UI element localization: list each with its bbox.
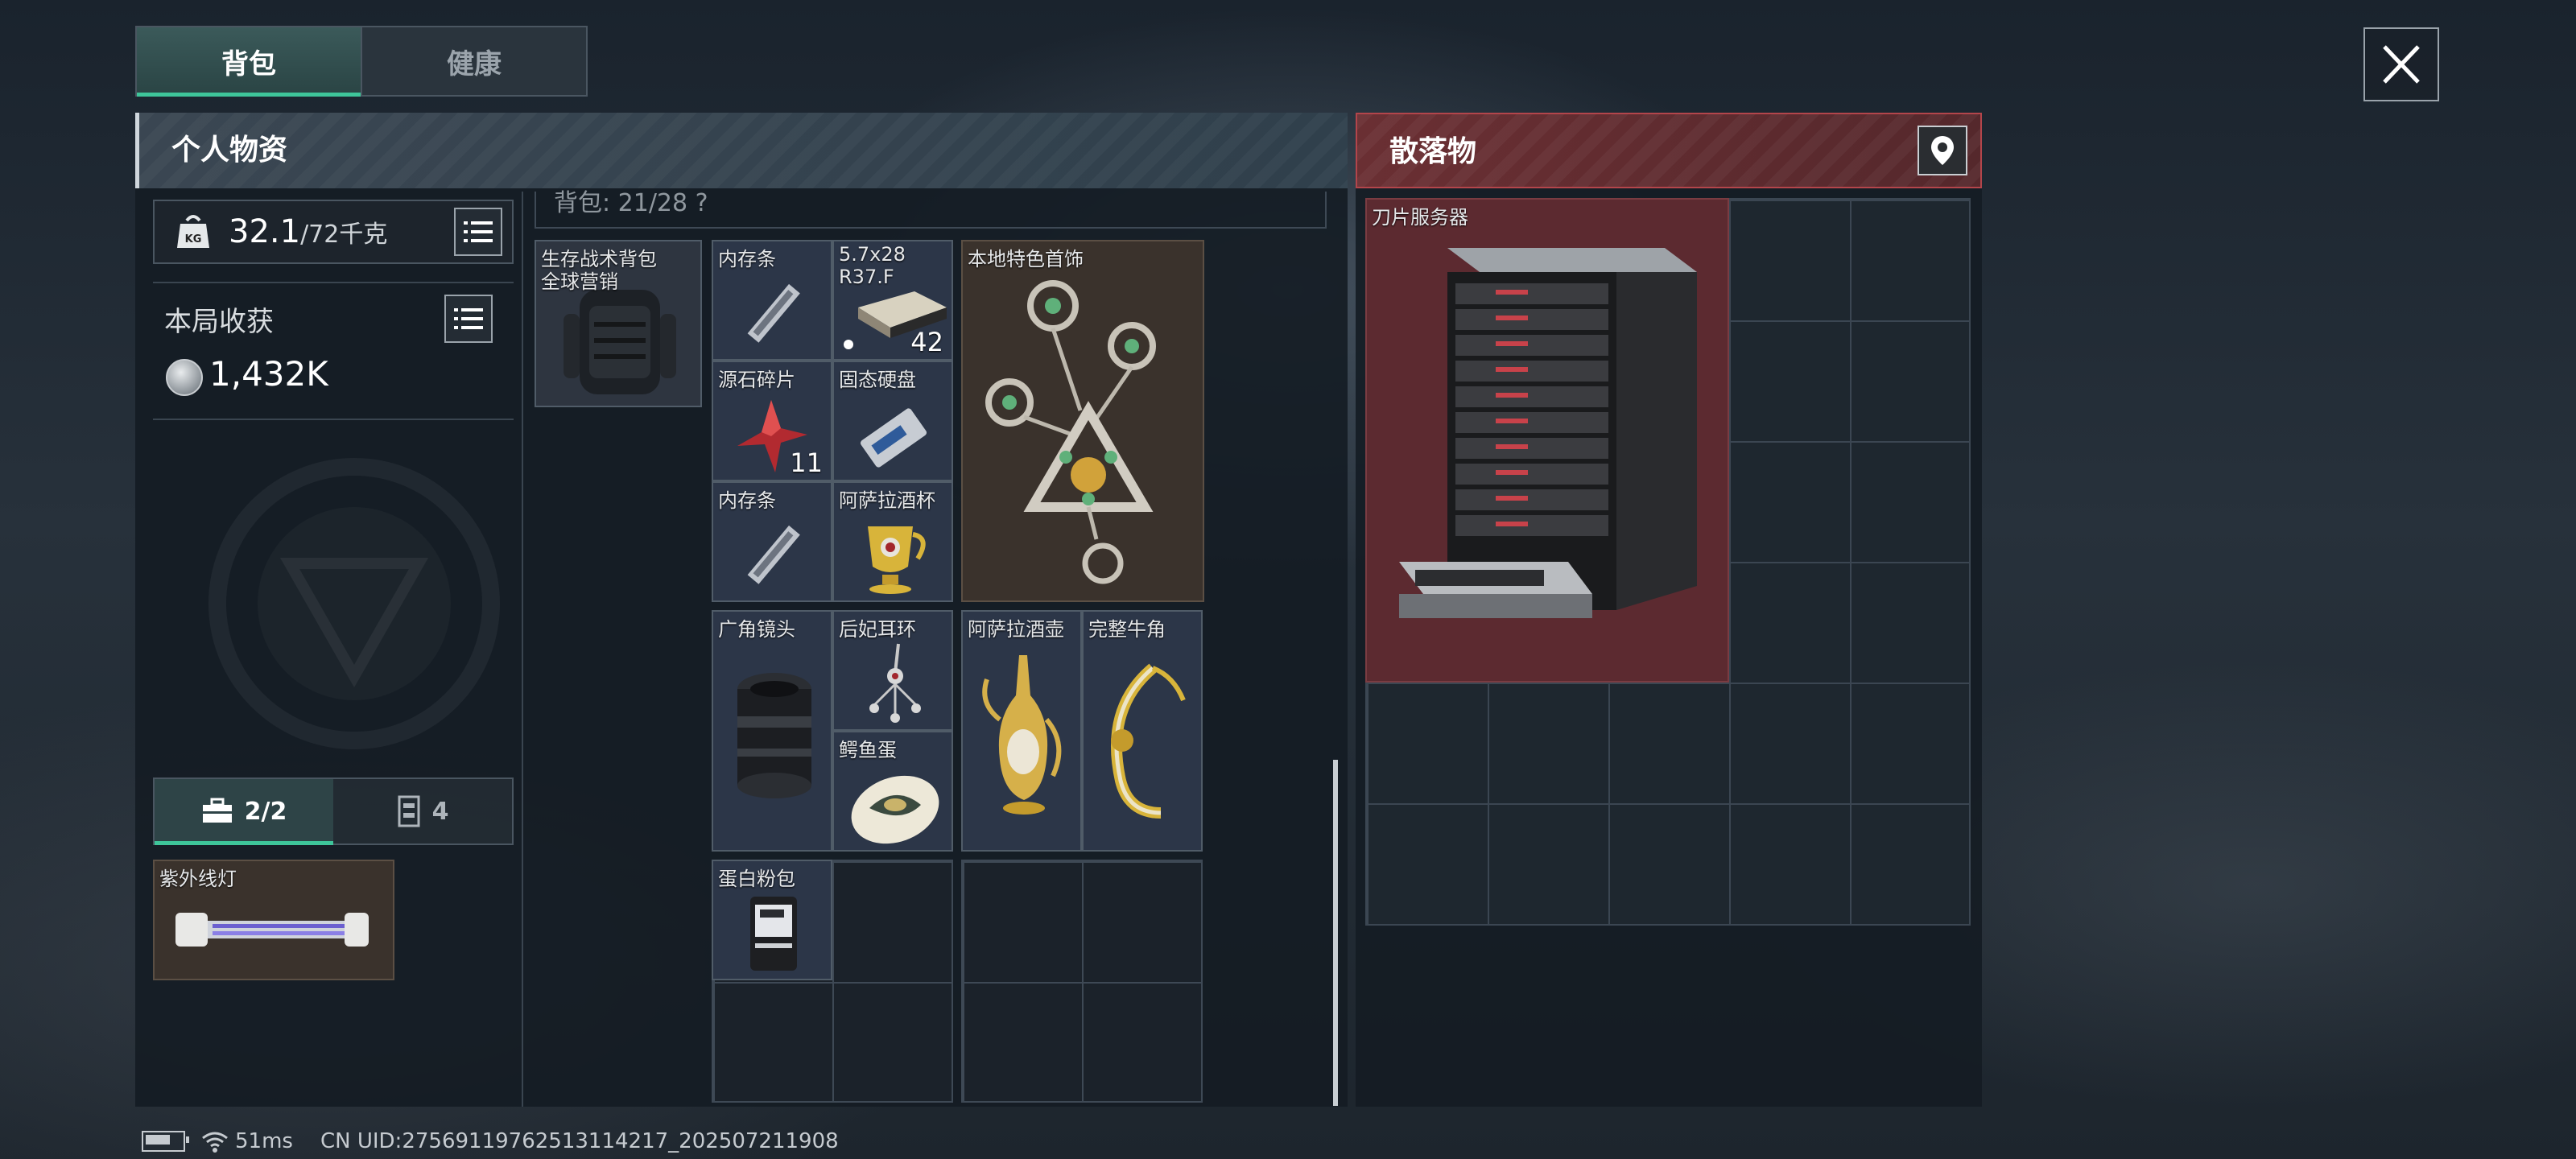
item-name: 固态硬盘 (839, 369, 916, 391)
loot-title: 散落物 (1389, 135, 1477, 168)
item-name: 刀片服务器 (1372, 206, 1468, 229)
item-local-jewelry[interactable]: 本地特色首饰 (961, 240, 1204, 602)
lens-image (737, 673, 811, 798)
item-count: 11 (790, 448, 823, 478)
earring-image (869, 643, 921, 723)
personal-header: 个人物资 (135, 113, 1348, 188)
item-name: 紫外线灯 (159, 868, 237, 890)
top-tabs: 背包 健康 (135, 26, 588, 97)
harvest-label: 本局收获 (164, 306, 274, 338)
left-column-divider (522, 192, 523, 1107)
item-crocodile-egg[interactable]: 鳄鱼蛋 (832, 731, 953, 852)
harvest-list-button[interactable] (444, 295, 493, 343)
weight-list-button[interactable] (454, 208, 502, 256)
uv-lamp-image (175, 913, 369, 947)
personal-title: 个人物资 (171, 134, 288, 167)
item-ammo[interactable]: 5.7x28 R37.F 42 (832, 240, 953, 361)
location-pin-icon (1931, 136, 1954, 165)
battery-icon (142, 1131, 189, 1152)
separator-line (153, 282, 514, 283)
backpack-capacity: 背包: 21/28 ? (535, 192, 1327, 229)
blade-server-image (1399, 248, 1697, 618)
item-backpack[interactable]: 生存战术背包 全球营销 (535, 240, 702, 407)
ping-value: 51ms (235, 1129, 293, 1153)
scrollbar[interactable] (1333, 760, 1338, 1106)
close-icon (2383, 45, 2420, 84)
item-ssd[interactable]: 固态硬盘 (832, 361, 953, 481)
item-wide-angle-lens[interactable]: 广角镜头 (712, 610, 832, 852)
item-asala-cup[interactable]: 阿萨拉酒杯 (832, 481, 953, 602)
weight-icon: KG (177, 215, 209, 248)
close-button[interactable] (2363, 27, 2439, 101)
item-name: 内存条 (718, 248, 776, 270)
item-name: 阿萨拉酒杯 (839, 489, 935, 512)
item-intact-horn[interactable]: 完整牛角 (1082, 610, 1203, 852)
item-memory-stick[interactable]: 内存条 (712, 240, 832, 361)
locate-button[interactable] (1918, 126, 1967, 175)
item-protein-pack[interactable]: 蛋白粉包 (712, 860, 832, 980)
tab-vest[interactable]: 4 (333, 779, 512, 843)
tab-toolbox[interactable]: 2/2 (155, 779, 333, 845)
item-originium-shard[interactable]: 源石碎片 11 (712, 361, 832, 481)
ammo-dot (844, 340, 853, 349)
ssd-image (860, 408, 927, 468)
item-uv-lamp[interactable]: 紫外线灯 (153, 860, 394, 980)
coin-icon (166, 359, 203, 396)
item-blade-server[interactable]: 刀片服务器 (1365, 198, 1729, 683)
item-name: 内存条 (718, 489, 776, 512)
item-name: 本地特色首饰 (968, 248, 1084, 270)
egg-image (851, 775, 939, 844)
separator-line (153, 419, 514, 420)
item-count: 42 (910, 327, 943, 357)
pot-image (982, 655, 1062, 815)
wifi-icon (202, 1132, 228, 1153)
status-bar: 51ms CN UID:27569119762513114217_2025072… (142, 1125, 839, 1157)
memory-stick-image (747, 525, 800, 584)
item-name: 源石碎片 (718, 369, 795, 391)
item-name: 广角镜头 (718, 618, 795, 641)
horn-image (1111, 663, 1186, 819)
item-memory-stick-2[interactable]: 内存条 (712, 481, 832, 602)
item-name: 5.7x28 (839, 243, 906, 266)
protein-pack-image (750, 897, 797, 971)
cup-image (868, 526, 926, 594)
item-name: 鳄鱼蛋 (839, 739, 897, 761)
harvest-value: 1,432K (209, 354, 328, 394)
weight-max: /72千克 (300, 221, 388, 249)
item-name: 完整牛角 (1088, 618, 1166, 641)
item-name: 阿萨拉酒壶 (968, 618, 1064, 641)
tab-backpack[interactable]: 背包 (137, 27, 361, 97)
list-icon (464, 221, 493, 242)
equipment-tabs: 2/2 4 (153, 777, 514, 845)
tab-health[interactable]: 健康 (361, 27, 586, 95)
memory-stick-image (747, 283, 800, 343)
toolbox-icon (202, 798, 232, 823)
item-name: 蛋白粉包 (718, 868, 795, 890)
loot-header: 散落物 (1356, 113, 1982, 188)
emblem-watermark (208, 458, 500, 749)
weight-box: KG 32.1/72千克 (153, 200, 514, 264)
item-name: 后妃耳环 (839, 618, 916, 641)
list-icon (454, 308, 483, 329)
jewelry-image (985, 280, 1156, 584)
item-subname: 全球营销 (541, 270, 618, 293)
toolbox-count: 2/2 (244, 797, 287, 826)
uid-text: CN UID:27569119762513114217_202507211908 (320, 1129, 839, 1153)
item-consort-earring[interactable]: 后妃耳环 (832, 610, 953, 731)
vest-count: 4 (431, 797, 449, 826)
container-grid-f (961, 860, 1203, 1103)
weight-current: 32.1 (229, 213, 301, 250)
weight-value: 32.1/72千克 (229, 201, 387, 266)
item-subname: R37.F (839, 266, 894, 288)
vest-icon (398, 795, 420, 827)
item-asala-pot[interactable]: 阿萨拉酒壶 (961, 610, 1082, 852)
svg-text:KG: KG (185, 233, 202, 245)
